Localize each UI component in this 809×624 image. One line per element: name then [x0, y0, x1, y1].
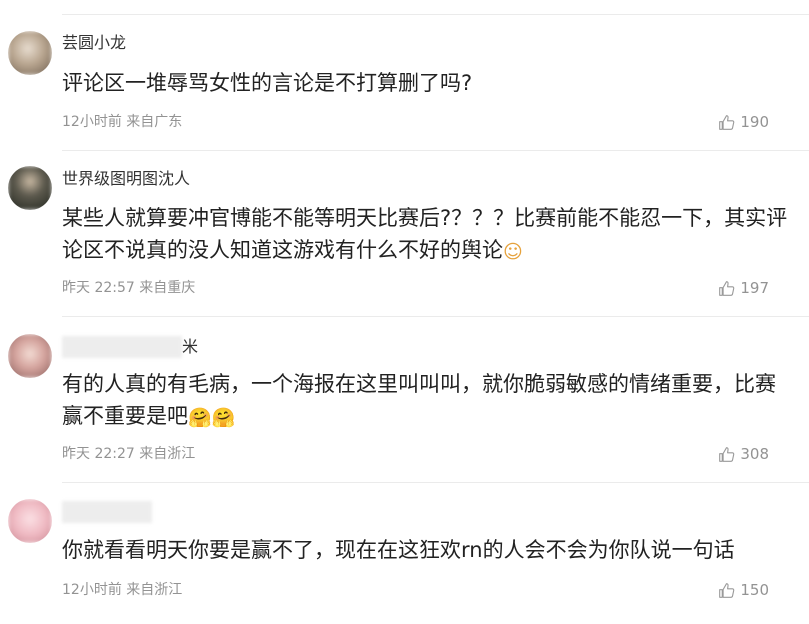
thumbs-up-icon: [718, 446, 735, 463]
like-button[interactable]: 150: [718, 580, 769, 600]
divider: [62, 316, 809, 317]
comment-location: 来自广东: [126, 114, 183, 130]
like-count: 308: [740, 445, 769, 463]
comment-meta: 昨天 22:27 来自浙江: [62, 444, 195, 464]
like-count: 190: [740, 113, 769, 131]
username[interactable]: 世界级图明图沈人: [62, 168, 190, 190]
avatar[interactable]: [8, 31, 52, 75]
thumbs-up-icon: [718, 114, 735, 131]
like-button[interactable]: 190: [718, 112, 769, 132]
comment-meta: 12小时前 来自浙江: [62, 580, 182, 600]
divider: [62, 14, 809, 15]
comment-item: 你就看看明天你要是赢不了，现在在这狂欢rn的人会不会为你队说一句话 12小时前 …: [0, 482, 809, 624]
username-mask: [62, 336, 182, 358]
comment-text: 有的人真的有毛病，一个海报在这里叫叫叫，就你脆弱敏感的情绪重要，比赛赢不重要是吧…: [62, 368, 789, 434]
comment-time: 昨天 22:27: [62, 446, 135, 462]
divider: [62, 150, 809, 151]
like-count: 150: [740, 581, 769, 599]
comment-time: 昨天 22:57: [62, 280, 135, 296]
divider: [62, 482, 809, 483]
comment-item: 芸圆小龙 评论区一堆辱骂女性的言论是不打算删了吗? 12小时前 来自广东 190: [0, 0, 809, 150]
hug-emoji: 🤗🤗: [188, 407, 236, 429]
like-count: 197: [740, 279, 769, 297]
avatar[interactable]: [8, 334, 52, 378]
comment-location: 来自浙江: [139, 446, 196, 462]
username[interactable]: 芸圆小龙: [62, 32, 126, 54]
thumbs-up-icon: [718, 582, 735, 599]
comment-location: 来自浙江: [126, 582, 183, 598]
comment-item: 世界级图明图沈人 某些人就算要冲官博能不能等明天比赛后?？？？比赛前能不能忍一下…: [0, 150, 809, 316]
comment-meta: 昨天 22:57 来自重庆: [62, 278, 195, 298]
avatar[interactable]: [8, 166, 52, 210]
comment-location: 来自重庆: [139, 280, 196, 296]
like-button[interactable]: 197: [718, 278, 769, 298]
like-button[interactable]: 308: [718, 444, 769, 464]
comment-text: 评论区一堆辱骂女性的言论是不打算删了吗?: [62, 71, 473, 95]
comment-time: 12小时前: [62, 114, 122, 130]
comment-text: 你就看看明天你要是赢不了，现在在这狂欢rn的人会不会为你队说一句话: [62, 538, 735, 562]
comment-meta: 12小时前 来自广东: [62, 112, 182, 132]
username-mask: [62, 501, 152, 523]
smile-emoji: ☺: [503, 241, 523, 263]
thumbs-up-icon: [718, 280, 735, 297]
avatar[interactable]: [8, 499, 52, 543]
comment-text: 某些人就算要冲官博能不能等明天比赛后?？？？比赛前能不能忍一下，其实评论区不说真…: [62, 202, 789, 268]
comment-item: 米 有的人真的有毛病，一个海报在这里叫叫叫，就你脆弱敏感的情绪重要，比赛赢不重要…: [0, 316, 809, 482]
comment-time: 12小时前: [62, 582, 122, 598]
